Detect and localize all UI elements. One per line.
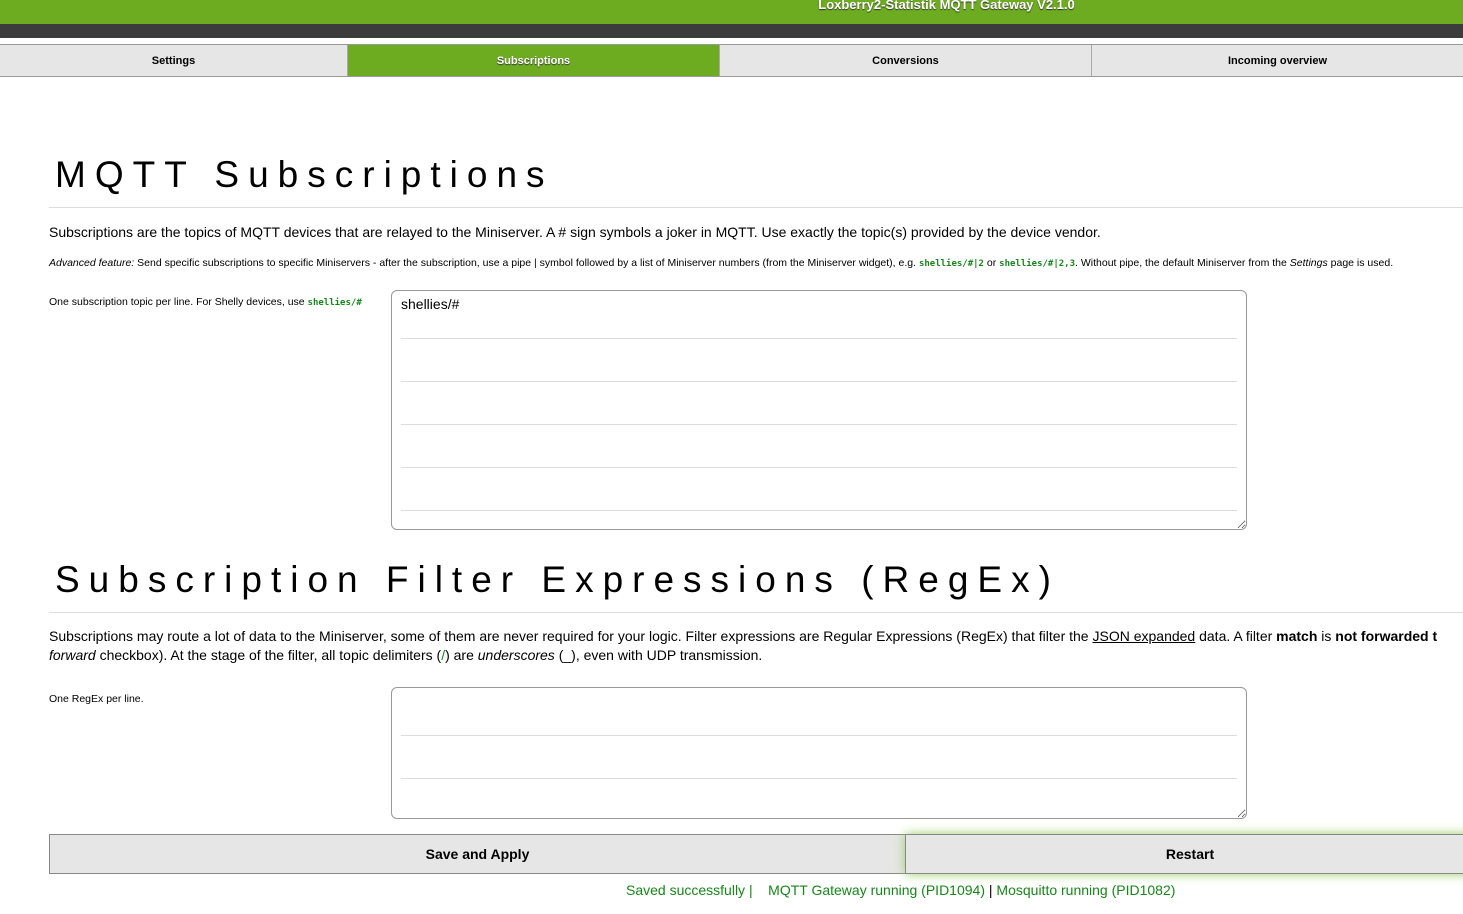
gateway-status: MQTT Gateway running (PID1094) (768, 882, 985, 898)
divider (49, 612, 1463, 613)
saved-status: Saved successfully | (626, 882, 753, 898)
divider (49, 207, 1463, 208)
json-expanded-link[interactable]: JSON expanded (1092, 628, 1195, 644)
text: match (1276, 628, 1318, 644)
label-text: One subscription topic per line. For She… (49, 296, 308, 308)
subscriptions-label: One subscription topic per line. For She… (49, 296, 362, 308)
code-example: shellies/# (307, 298, 362, 308)
filter-intro-line2: forward checkbox). At the stage of the f… (49, 646, 762, 665)
advanced-feature-note: Advanced feature: Send specific subscrip… (49, 254, 1393, 274)
tab-incoming-overview[interactable]: Incoming overview (1092, 45, 1463, 76)
text: checkbox). At the stage of the filter, a… (95, 647, 442, 663)
text: (_), even with UDP transmission. (554, 647, 763, 663)
app-header: Loxberry2-Statistik MQTT Gateway V2.1.0 (0, 0, 1463, 24)
filter-intro-line1: Subscriptions may route a lot of data to… (49, 627, 1437, 646)
code-example: shellies/#|2,3 (999, 259, 1076, 269)
subscriptions-intro: Subscriptions are the topics of MQTT dev… (49, 224, 1101, 240)
text: not forwarded t (1335, 628, 1438, 644)
tab-settings[interactable]: Settings (0, 45, 348, 76)
settings-ref: Settings (1289, 257, 1328, 269)
code-example: shellies/#|2 (918, 259, 984, 269)
tab-conversions[interactable]: Conversions (720, 45, 1092, 76)
save-and-apply-button[interactable]: Save and Apply (49, 834, 906, 874)
text: is (1317, 628, 1336, 644)
status-line: Saved successfully | MQTT Gateway runnin… (626, 882, 1175, 898)
text: Send specific subscriptions to specific … (134, 257, 919, 269)
text: ) are (445, 647, 478, 663)
header-bar (0, 24, 1463, 38)
filter-textarea[interactable] (391, 687, 1247, 819)
text: Subscriptions may route a lot of data to… (49, 628, 1093, 644)
tab-subscriptions[interactable]: Subscriptions (348, 45, 720, 76)
subscriptions-textarea[interactable]: shellies/# (391, 290, 1247, 530)
separator: | (985, 882, 997, 898)
section-title-filter: Subscription Filter Expressions (RegEx) (55, 559, 1060, 600)
text: page is used. (1327, 257, 1394, 269)
text: forward (49, 647, 96, 663)
mosquitto-status: Mosquitto running (PID1082) (996, 882, 1176, 898)
section-title-subscriptions: MQTT Subscriptions (55, 154, 554, 195)
app-title: Loxberry2-Statistik MQTT Gateway V2.1.0 (818, 0, 1075, 12)
text: . Without pipe, the default Miniserver f… (1075, 257, 1290, 269)
tab-bar: Settings Subscriptions Conversions Incom… (0, 44, 1463, 77)
text: or (983, 257, 1000, 269)
advanced-label: Advanced feature: (49, 257, 135, 269)
text: underscores (477, 647, 555, 663)
restart-button[interactable]: Restart (905, 834, 1463, 874)
text: data. A filter (1195, 628, 1277, 644)
filter-label: One RegEx per line. (49, 693, 144, 705)
